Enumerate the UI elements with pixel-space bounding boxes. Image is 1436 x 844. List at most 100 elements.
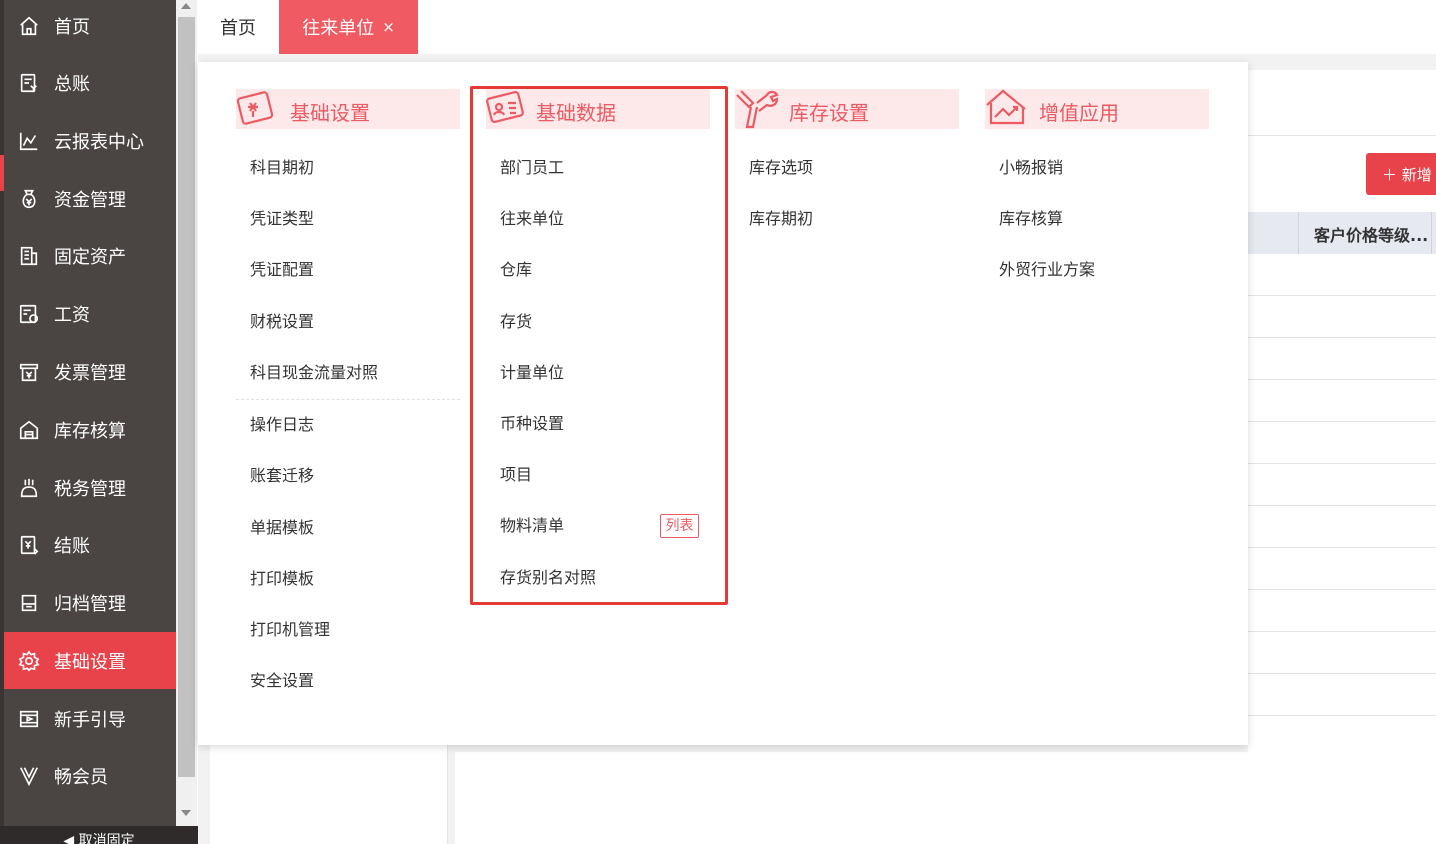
- trend-box-icon: [983, 85, 1029, 131]
- unpin-sidebar-button[interactable]: ◀ 取消固定: [0, 826, 198, 844]
- ledger-icon: [17, 71, 41, 95]
- scroll-up-arrow-icon[interactable]: [181, 3, 191, 9]
- sidebar-item-label: 基础设置: [54, 651, 126, 673]
- sidebar-item-home[interactable]: 首页: [4, 0, 176, 54]
- invoice-icon: [17, 360, 41, 384]
- close-icon[interactable]: ×: [382, 18, 395, 36]
- menu-item-voucher-type[interactable]: 凭证类型: [250, 208, 314, 230]
- menu-item-currency-settings[interactable]: 币种设置: [500, 413, 564, 435]
- sidebar-item-payroll[interactable]: 工资: [4, 285, 176, 342]
- sidebar-item-vip[interactable]: 畅会员: [4, 747, 176, 804]
- menu-item-inventory-accounting[interactable]: 库存核算: [999, 208, 1063, 230]
- money-bag-icon: [17, 187, 41, 211]
- menu-item-account-migration[interactable]: 账套迁移: [250, 465, 314, 487]
- menu-item-unit-of-measure[interactable]: 计量单位: [500, 362, 564, 384]
- menu-item-voucher-config[interactable]: 凭证配置: [250, 259, 314, 281]
- menu-item-security-settings[interactable]: 安全设置: [250, 670, 314, 692]
- menu-column-header: 基础数据: [486, 89, 710, 129]
- sidebar-item-invoice[interactable]: 发票管理: [4, 343, 176, 400]
- menu-item-tax-settings[interactable]: 财税设置: [250, 311, 314, 333]
- menu-divider: [236, 399, 460, 400]
- sidebar-item-tax[interactable]: 税务管理: [4, 459, 176, 516]
- menu-item-business-partners[interactable]: 往来单位: [500, 208, 564, 230]
- gear-icon: [17, 649, 41, 673]
- sidebar: 首页 总账 云报表中心 资金管理 固定资产 工资 发票管理 库存核算 税务管理 …: [0, 0, 176, 844]
- column-separator: [1298, 212, 1299, 254]
- table-row: [1248, 673, 1436, 674]
- table-row: [1248, 631, 1436, 632]
- table-row: [1248, 715, 1436, 716]
- sidebar-item-checkout[interactable]: 结账: [4, 516, 176, 573]
- add-new-button[interactable]: ＋ 新增: [1366, 153, 1436, 195]
- menu-item-bill-of-materials[interactable]: 物料清单: [500, 515, 564, 537]
- sidebar-item-label: 畅会员: [54, 766, 108, 788]
- menu-column-inventory-settings: 库存设置 库存选项 库存期初: [735, 89, 959, 228]
- menu-item-cashflow-mapping[interactable]: 科目现金流量对照: [250, 362, 378, 384]
- tab-partners[interactable]: 往来单位 ×: [279, 0, 418, 54]
- sidebar-item-label: 结账: [54, 535, 90, 557]
- menu-column-title: 增值应用: [1039, 101, 1119, 125]
- tab-home[interactable]: 首页: [198, 0, 278, 54]
- sidebar-item-label: 首页: [54, 16, 90, 38]
- tab-label: 首页: [220, 18, 256, 39]
- sidebar-item-label: 工资: [54, 304, 90, 326]
- table-header: 客户价格等级...: [1248, 212, 1436, 254]
- tab-label: 往来单位: [302, 18, 375, 39]
- customer-list-panel: ＋ 新增 客户价格等级...: [1248, 70, 1436, 760]
- table-row: [1248, 505, 1436, 506]
- column-header-price-level[interactable]: 客户价格等级...: [1314, 222, 1428, 246]
- menu-column-header: 基础设置: [236, 89, 460, 129]
- home-icon: [17, 14, 41, 38]
- sidebar-item-ledger[interactable]: 总账: [4, 54, 176, 111]
- menu-column-title: 基础数据: [536, 101, 616, 125]
- menu-item-expense-reimbursement[interactable]: 小畅报销: [999, 157, 1063, 179]
- sidebar-item-label: 云报表中心: [54, 131, 144, 153]
- menu-item-print-template[interactable]: 打印模板: [250, 568, 314, 590]
- sidebar-item-beginner-guide[interactable]: 新手引导: [4, 690, 176, 747]
- payroll-icon: [17, 302, 41, 326]
- id-card-icon: [484, 85, 530, 131]
- menu-column-title: 库存设置: [789, 101, 869, 125]
- tax-icon: [17, 476, 41, 500]
- sidebar-item-label: 资金管理: [54, 189, 126, 211]
- menu-column-basic-settings: 基础设置 科目期初 凭证类型 凭证配置 财税设置 科目现金流量对照 操作日志 账…: [236, 89, 460, 690]
- archive-icon: [17, 591, 41, 615]
- sidebar-item-report-center[interactable]: 云报表中心: [4, 112, 176, 169]
- tab-bar: 首页 往来单位 ×: [198, 0, 1436, 54]
- menu-item-inventory-options[interactable]: 库存选项: [749, 157, 813, 179]
- sidebar-item-basic-settings[interactable]: 基础设置: [4, 632, 176, 689]
- sidebar-item-archive[interactable]: 归档管理: [4, 574, 176, 631]
- menu-item-foreign-trade-solution[interactable]: 外贸行业方案: [999, 259, 1095, 281]
- table-row: [1248, 547, 1436, 548]
- app-window: ＋ 新增 客户价格等级... 首页 往来单位 × 首页 总账 云报表中心 资金管…: [0, 0, 1436, 844]
- menu-item-printer-management[interactable]: 打印机管理: [250, 619, 330, 641]
- sidebar-item-label: 发票管理: [54, 362, 126, 384]
- sidebar-item-fixed-assets[interactable]: 固定资产: [4, 227, 176, 284]
- scroll-down-arrow-icon[interactable]: [181, 810, 191, 816]
- column-separator: [1431, 212, 1432, 254]
- menu-item-inventory-alias[interactable]: 存货别名对照: [500, 567, 596, 589]
- menu-item-departments-employees[interactable]: 部门员工: [500, 157, 564, 179]
- menu-item-inventory[interactable]: 存货: [500, 311, 532, 333]
- sidebar-item-label: 归档管理: [54, 593, 126, 615]
- menu-item-warehouse[interactable]: 仓库: [500, 259, 532, 281]
- menu-column-basic-data: 基础数据 部门员工 往来单位 仓库 存货 计量单位 币种设置 项目 物料清单 列…: [486, 89, 710, 587]
- sidebar-item-inventory-accounting[interactable]: 库存核算: [4, 401, 176, 458]
- menu-item-operation-log[interactable]: 操作日志: [250, 414, 314, 436]
- menu-item-inventory-opening[interactable]: 库存期初: [749, 208, 813, 230]
- bom-list-tag[interactable]: 列表: [660, 514, 699, 538]
- building-icon: [17, 244, 41, 268]
- sidebar-item-label: 库存核算: [54, 420, 126, 442]
- scrollbar-thumb[interactable]: [178, 17, 195, 777]
- sidebar-scrollbar[interactable]: [176, 0, 197, 826]
- content-area: [455, 752, 1436, 844]
- sidebar-item-fund-management[interactable]: 资金管理: [4, 170, 176, 227]
- menu-column-value-added: 增值应用 小畅报销 库存核算 外贸行业方案: [985, 89, 1209, 279]
- menu-item-document-template[interactable]: 单据模板: [250, 517, 314, 539]
- menu-column-header: 库存设置: [735, 89, 959, 129]
- menu-item-account-opening[interactable]: 科目期初: [250, 157, 314, 179]
- side-tree-panel: [210, 745, 448, 844]
- video-guide-icon: [17, 707, 41, 731]
- table-row: [1248, 379, 1436, 380]
- menu-item-project[interactable]: 项目: [500, 464, 532, 486]
